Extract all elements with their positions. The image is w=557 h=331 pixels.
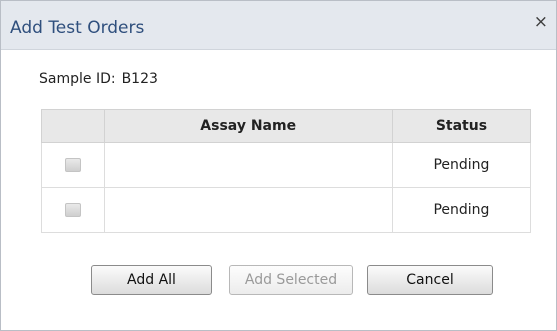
- table-header-row: Assay Name Status: [41, 109, 532, 143]
- table-row: Pending: [41, 142, 532, 188]
- cancel-button[interactable]: Cancel: [367, 265, 493, 295]
- assay-name-column-header: Assay Name: [103, 109, 393, 143]
- assay-name-cell: [103, 187, 393, 233]
- sample-id-value: B123: [121, 71, 158, 87]
- row-checkbox[interactable]: [64, 158, 81, 172]
- row-select-cell: [41, 142, 105, 188]
- add-selected-button[interactable]: Add Selected: [229, 265, 353, 295]
- row-checkbox[interactable]: [64, 203, 81, 217]
- select-column-header: [41, 109, 105, 143]
- add-test-orders-dialog: Add Test Orders × Sample ID: B123 Assay N…: [0, 0, 557, 331]
- add-all-button[interactable]: Add All: [91, 265, 212, 295]
- status-column-header: Status: [391, 109, 532, 143]
- assay-table: Assay Name Status Pending Pending: [41, 109, 532, 233]
- close-icon[interactable]: ×: [534, 14, 548, 31]
- status-cell: Pending: [391, 187, 532, 233]
- dialog-titlebar: Add Test Orders ×: [1, 1, 556, 50]
- dialog-title: Add Test Orders: [10, 18, 145, 38]
- status-cell: Pending: [391, 142, 532, 188]
- sample-id-row: Sample ID: B123: [39, 71, 158, 87]
- table-row: Pending: [41, 187, 532, 233]
- assay-name-cell: [103, 142, 393, 188]
- sample-id-label: Sample ID:: [39, 71, 116, 87]
- row-select-cell: [41, 187, 105, 233]
